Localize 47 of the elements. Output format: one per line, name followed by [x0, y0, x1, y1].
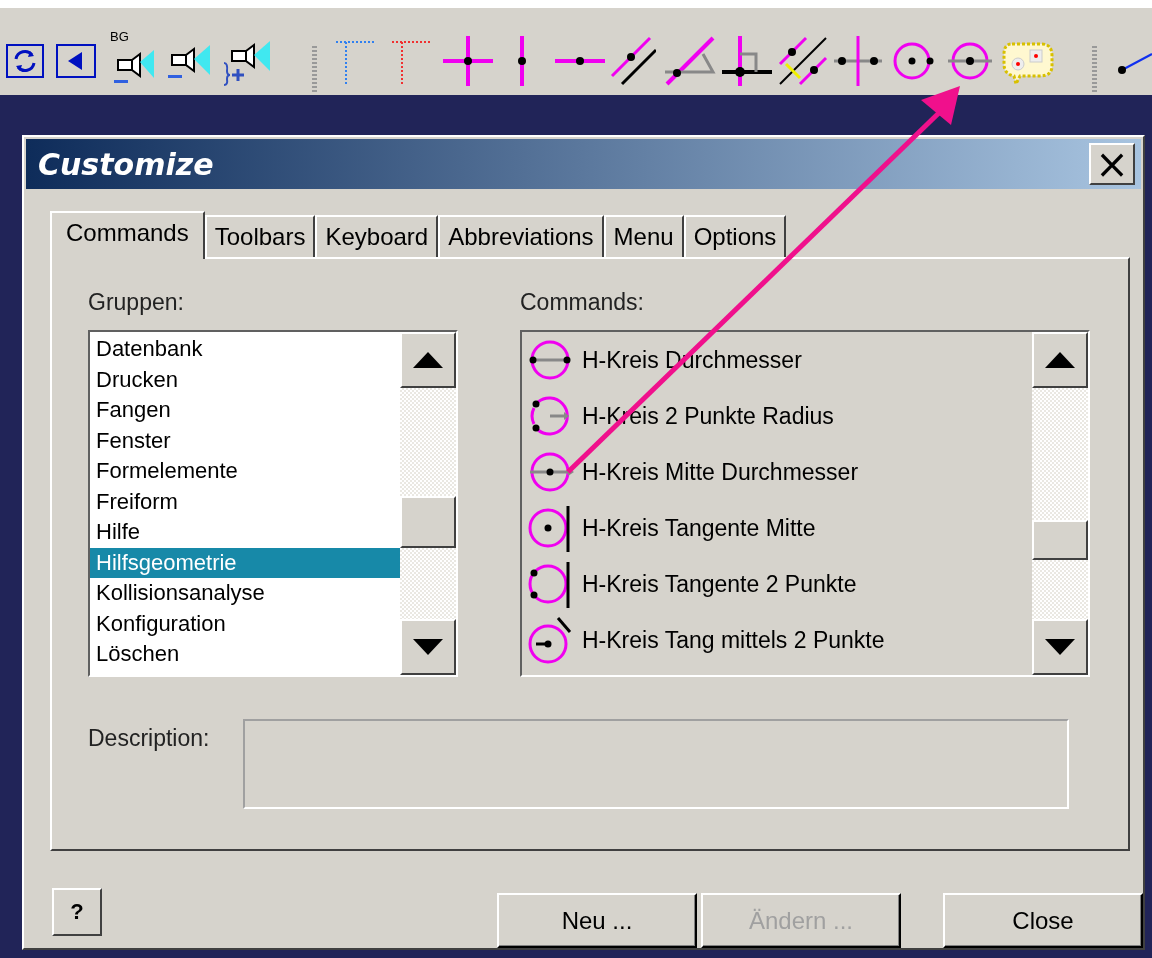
list-item[interactable]: H-Kreis Tang mittels 2 Punkte: [522, 612, 1032, 668]
list-label: Gruppen:: [88, 289, 185, 316]
tab[interactable]: Keyboard: [315, 215, 439, 257]
tab[interactable]: Commands: [50, 211, 205, 259]
angle-line-icon[interactable]: [665, 36, 717, 86]
up-arrow-icon: [413, 352, 443, 368]
scrollbar-thumb[interactable]: [400, 496, 456, 548]
scroll-up-button[interactable]: [400, 332, 456, 388]
dialog-button[interactable]: Close: [943, 893, 1143, 948]
list-item[interactable]: H-Kreis Tangente 2 Punkte: [522, 556, 1032, 612]
list-item[interactable]: Löschen: [90, 639, 400, 670]
description-label: Description:: [88, 725, 210, 752]
perpendicular-icon[interactable]: [722, 36, 772, 86]
list-item[interactable]: Freiform: [90, 486, 400, 517]
down-arrow-icon: [1045, 639, 1075, 655]
up-arrow-icon: [1045, 352, 1075, 368]
help-button[interactable]: ?: [52, 887, 102, 936]
list-item[interactable]: Fangen: [90, 395, 400, 426]
close-button[interactable]: ×: [1089, 143, 1135, 185]
crosshair-icon[interactable]: [443, 36, 493, 86]
scroll-down-button[interactable]: [400, 619, 456, 675]
list-item[interactable]: Datenbank: [90, 334, 400, 365]
tab[interactable]: Menu: [603, 215, 684, 257]
list-item[interactable]: Fenster: [90, 425, 400, 456]
icon-label: BG: [110, 30, 129, 44]
scroll-down-button[interactable]: [1032, 619, 1088, 675]
list-label: Commands:: [520, 289, 645, 316]
list-item[interactable]: Hilfe: [90, 517, 400, 548]
list-item[interactable]: Hilfsgeometrie: [90, 547, 400, 578]
window-title: Customize: [38, 146, 214, 182]
parallel-lines-icon[interactable]: [610, 36, 656, 86]
list-item[interactable]: Formelemente: [90, 456, 400, 487]
down-arrow-icon: [413, 639, 443, 655]
parallel-distance-icon[interactable]: [778, 36, 828, 86]
tab[interactable]: Toolbars: [204, 215, 316, 257]
tab[interactable]: Options: [683, 215, 787, 257]
scroll-up-button[interactable]: [1032, 332, 1088, 388]
two-point-line-icon[interactable]: [834, 36, 882, 86]
dialog-button[interactable]: Neu ...: [497, 893, 697, 948]
list-item[interactable]: H-Kreis Mitte Durchmesser: [522, 444, 1032, 500]
list-item[interactable]: Drucken: [90, 364, 400, 395]
group-list[interactable]: Datenbank Drucken Fangen Fenster Formelemente Freiform Hilfe Hilfsgeometrie Kollisionsanalyse Konfiguration Löschen: [88, 330, 458, 677]
scrollbar-thumb[interactable]: [1032, 520, 1088, 560]
tab[interactable]: Abbreviations: [438, 215, 604, 257]
list-item[interactable]: Kollisionsanalyse: [90, 578, 400, 609]
list-item[interactable]: Konfiguration: [90, 608, 400, 639]
list-item[interactable]: H-Kreis Tangente Mitte: [522, 500, 1032, 556]
